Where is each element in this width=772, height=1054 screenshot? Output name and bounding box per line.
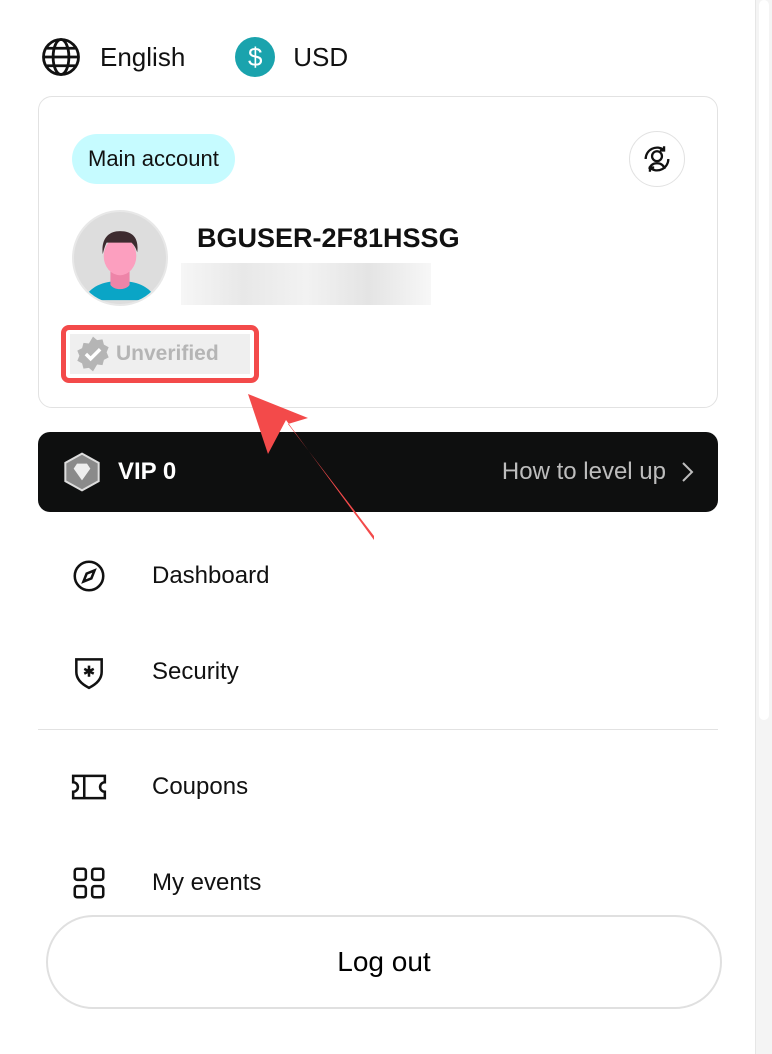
verification-badge[interactable]: Unverified (70, 334, 250, 374)
shield-star-icon (75, 658, 103, 690)
vip-level: VIP 0 (118, 458, 177, 485)
language-selector[interactable]: English (40, 36, 185, 78)
currency-selector[interactable]: $ USD (235, 37, 348, 77)
switch-account-button[interactable] (629, 131, 685, 187)
menu-item-coupons[interactable]: Coupons (70, 768, 248, 806)
menu-item-dashboard[interactable]: Dashboard (70, 557, 269, 595)
vip-banner[interactable]: VIP 0 How to level up (38, 432, 718, 512)
logout-button[interactable]: Log out (46, 915, 722, 1009)
avatar (72, 210, 168, 306)
menu-item-security[interactable]: Security (70, 653, 239, 691)
menu-label: Dashboard (152, 562, 270, 589)
divider (38, 729, 718, 730)
currency-label: USD (293, 41, 349, 72)
menu-label: My events (152, 869, 262, 896)
verification-status-highlight[interactable]: Unverified (61, 325, 259, 383)
dollar-icon: $ (235, 37, 276, 77)
menu-item-my-events[interactable]: My events (70, 864, 261, 902)
verification-status: Unverified (116, 342, 219, 365)
header: English $ USD (40, 36, 398, 78)
scrollbar[interactable] (755, 0, 772, 1054)
chevron-right-icon (682, 462, 694, 482)
menu-label: Security (152, 658, 239, 685)
globe-icon (42, 38, 80, 76)
username: BGUSER-2F81HSSG (197, 223, 460, 253)
redacted-email (181, 263, 431, 305)
scrollbar-thumb[interactable] (759, 0, 769, 720)
main-account-badge: Main account (72, 134, 235, 184)
grid-icon (73, 867, 105, 899)
ticket-icon (71, 774, 107, 800)
compass-icon (73, 560, 105, 592)
language-label: English (100, 41, 186, 72)
level-up-link[interactable]: How to level up (502, 458, 694, 486)
switch-account-icon (644, 146, 670, 172)
vip-diamond-icon (64, 452, 100, 492)
level-up-label: How to level up (501, 458, 666, 485)
verified-badge-icon (77, 336, 109, 372)
menu-label: Coupons (152, 773, 249, 800)
account-card: Main account BGUSER-2F81HSSG Unverified (38, 96, 718, 408)
